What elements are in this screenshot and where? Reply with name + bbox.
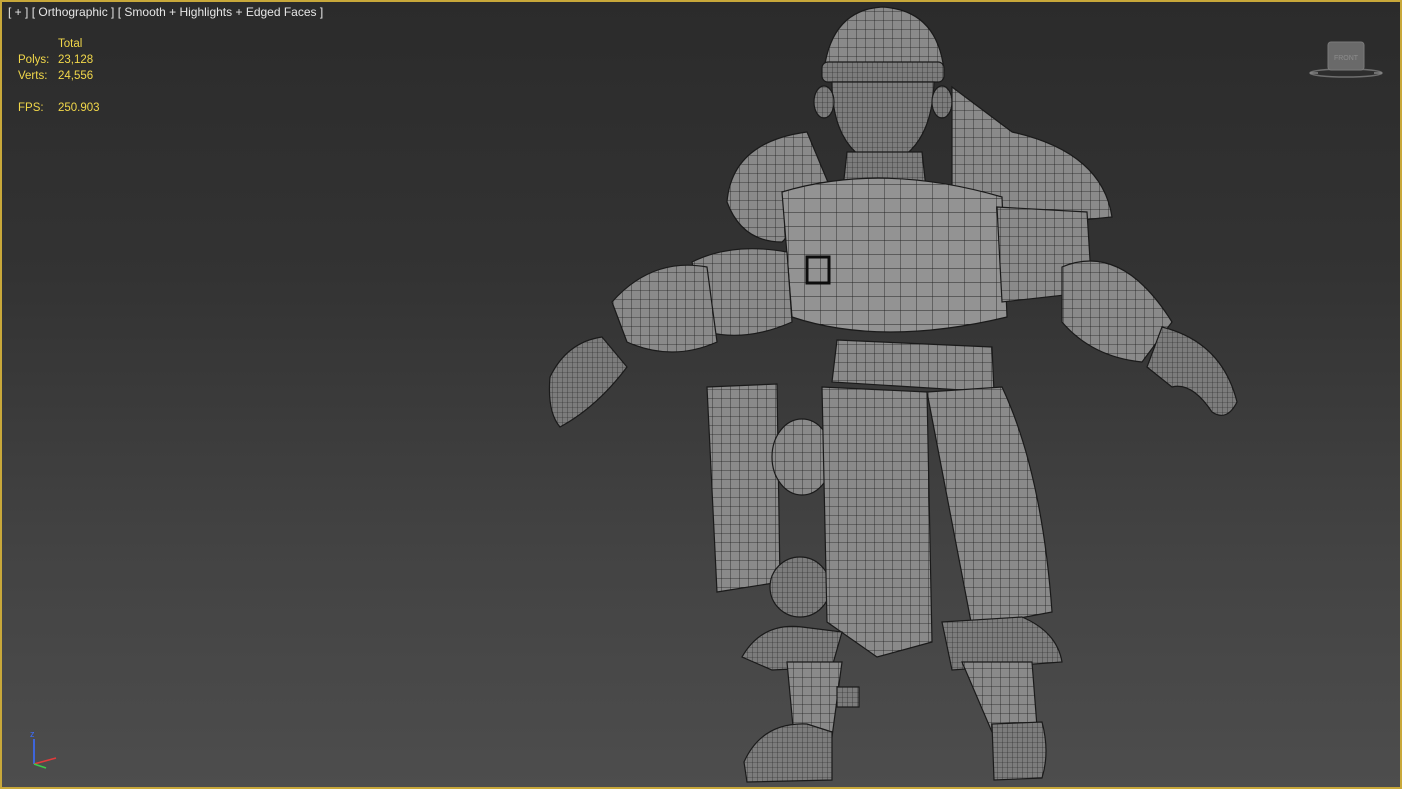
viewcube-face-label: FRONT <box>1334 55 1359 62</box>
fps-value: 250.903 <box>58 102 100 114</box>
fps-label: FPS: <box>18 102 44 114</box>
verts-value: 24,556 <box>58 70 94 82</box>
wireframe-character-model[interactable] <box>532 2 1252 789</box>
verts-label: Verts: <box>18 70 48 82</box>
perspective-viewport[interactable]: [ + ] [ Orthographic ] [ Smooth + Highli… <box>0 0 1402 789</box>
viewport-menu-plus[interactable]: [ + ] <box>8 5 28 19</box>
polys-label: Polys: <box>18 54 50 66</box>
stats-header: Total <box>58 38 83 50</box>
statistics-overlay: Total Polys: 23,128 Verts: 24,556 FPS: 250.… <box>18 36 138 116</box>
viewcube-icon[interactable]: FRONT <box>1308 40 1384 80</box>
axis-z-label: z <box>30 729 35 739</box>
polys-value: 23,128 <box>58 54 94 66</box>
viewport-shading-menu[interactable]: [ Smooth + Highlights + Edged Faces ] <box>118 5 323 19</box>
axis-tripod-icon: z <box>30 729 57 769</box>
viewport-view-menu[interactable]: [ Orthographic ] <box>32 5 115 19</box>
viewport-label: [ + ] [ Orthographic ] [ Smooth + Highli… <box>8 5 323 19</box>
